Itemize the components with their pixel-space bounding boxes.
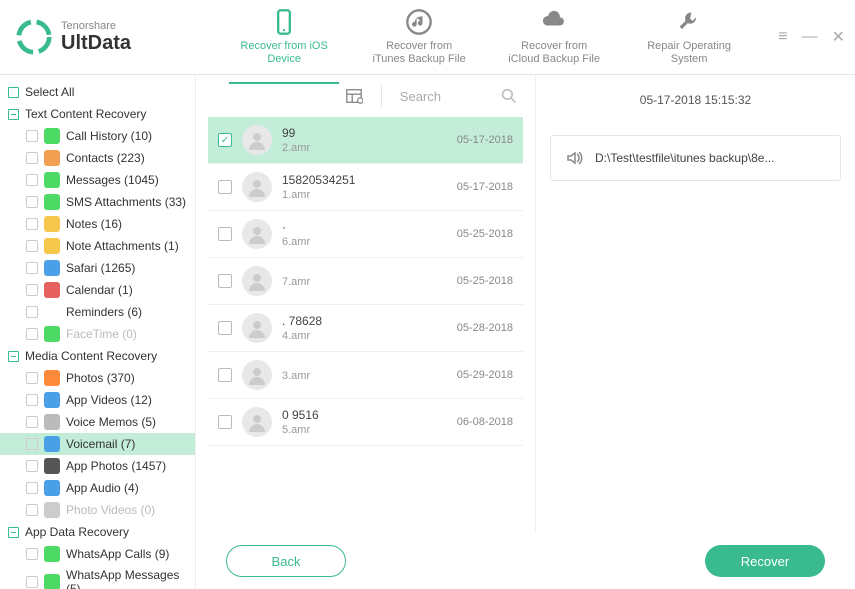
- avatar: [242, 125, 272, 155]
- voicemail-list[interactable]: ✓ 992.amr05-17-2018158205342511.amr05-17…: [208, 117, 523, 533]
- sidebar-item[interactable]: App Photos (1457): [0, 455, 195, 477]
- avatar: [242, 219, 272, 249]
- checkbox[interactable]: [218, 368, 232, 382]
- list-panel: Search ✓ 992.amr05-17-2018158205342511.a…: [196, 75, 535, 533]
- sidebar-item[interactable]: Contacts (223): [0, 147, 195, 169]
- back-button[interactable]: Back: [226, 545, 346, 577]
- avatar: [242, 360, 272, 390]
- tabs: Recover from iOS Device Recover from iTu…: [195, 0, 778, 74]
- header: Tenorshare UltData Recover from iOS Devi…: [0, 0, 855, 75]
- tab-icloud-backup[interactable]: Recover from iCloud Backup File: [499, 0, 609, 74]
- list-item[interactable]: ✓ 992.amr05-17-2018: [208, 117, 523, 164]
- sidebar-item[interactable]: Reminders (6): [0, 301, 195, 323]
- sidebar-item[interactable]: Messages (1045): [0, 169, 195, 191]
- category-icon: [44, 282, 60, 298]
- sidebar-item[interactable]: Voicemail (7): [0, 433, 195, 455]
- category-icon: [44, 574, 60, 589]
- sidebar-item[interactable]: FaceTime (0): [0, 323, 195, 345]
- search-icon: [501, 88, 517, 104]
- footer: Back Recover: [196, 533, 855, 589]
- menu-icon[interactable]: ≡: [778, 28, 787, 46]
- category-icon: [44, 436, 60, 452]
- sidebar-item[interactable]: App Videos (12): [0, 389, 195, 411]
- avatar: [242, 407, 272, 437]
- sidebar-item[interactable]: WhatsApp Messages (5): [0, 565, 195, 589]
- logo-icon: [15, 18, 53, 56]
- audio-path: D:\Test\testfile\itunes backup\8e...: [595, 151, 774, 165]
- group-header[interactable]: Media Content Recovery: [0, 345, 195, 367]
- checkbox[interactable]: ✓: [218, 133, 232, 147]
- audio-card[interactable]: D:\Test\testfile\itunes backup\8e...: [550, 135, 841, 181]
- category-icon: [44, 194, 60, 210]
- sidebar-item[interactable]: SMS Attachments (33): [0, 191, 195, 213]
- category-icon: [44, 128, 60, 144]
- group-header[interactable]: Text Content Recovery: [0, 103, 195, 125]
- view-toggle-icon[interactable]: [345, 87, 363, 105]
- sidebar-item[interactable]: Photo Videos (0): [0, 499, 195, 521]
- tab-repair-os[interactable]: Repair Operating System: [634, 0, 744, 74]
- category-icon: [44, 216, 60, 232]
- checkbox[interactable]: [218, 180, 232, 194]
- avatar: [242, 172, 272, 202]
- detail-timestamp: 05-17-2018 15:15:32: [550, 93, 841, 107]
- sidebar[interactable]: Select AllText Content RecoveryCall Hist…: [0, 75, 196, 589]
- category-icon: [44, 502, 60, 518]
- sidebar-item[interactable]: Note Attachments (1): [0, 235, 195, 257]
- category-icon: [44, 238, 60, 254]
- sidebar-item[interactable]: Call History (10): [0, 125, 195, 147]
- checkbox[interactable]: [218, 415, 232, 429]
- list-item[interactable]: 0 95165.amr06-08-2018: [208, 399, 523, 446]
- category-icon: [44, 458, 60, 474]
- checkbox[interactable]: [218, 274, 232, 288]
- tab-ios-device[interactable]: Recover from iOS Device: [229, 0, 339, 74]
- category-icon: [44, 172, 60, 188]
- category-icon: [44, 150, 60, 166]
- checkbox[interactable]: [218, 321, 232, 335]
- sidebar-item[interactable]: App Audio (4): [0, 477, 195, 499]
- cloud-icon: [540, 8, 568, 36]
- music-icon: [405, 8, 433, 36]
- category-icon: [44, 304, 60, 320]
- minimize-icon[interactable]: —: [802, 28, 818, 46]
- checkbox[interactable]: [218, 227, 232, 241]
- recover-button[interactable]: Recover: [705, 545, 825, 577]
- sidebar-item[interactable]: Notes (16): [0, 213, 195, 235]
- category-icon: [44, 326, 60, 342]
- select-all[interactable]: Select All: [0, 81, 195, 103]
- sidebar-item[interactable]: Photos (370): [0, 367, 195, 389]
- category-icon: [44, 370, 60, 386]
- list-item[interactable]: 7.amr05-25-2018: [208, 258, 523, 305]
- category-icon: [44, 392, 60, 408]
- separator: [381, 85, 382, 107]
- sidebar-item[interactable]: Calendar (1): [0, 279, 195, 301]
- category-icon: [44, 260, 60, 276]
- search-input[interactable]: Search: [400, 88, 517, 104]
- avatar: [242, 266, 272, 296]
- category-icon: [44, 414, 60, 430]
- list-item[interactable]: ·6.amr05-25-2018: [208, 211, 523, 258]
- category-icon: [44, 480, 60, 496]
- tab-itunes-backup[interactable]: Recover from iTunes Backup File: [364, 0, 474, 74]
- sidebar-item[interactable]: Safari (1265): [0, 257, 195, 279]
- speaker-icon: [565, 148, 585, 168]
- close-icon[interactable]: ✕: [832, 27, 845, 47]
- brand-main: UltData: [61, 32, 131, 55]
- group-header[interactable]: App Data Recovery: [0, 521, 195, 543]
- phone-icon: [270, 8, 298, 36]
- sidebar-item[interactable]: Voice Memos (5): [0, 411, 195, 433]
- logo: Tenorshare UltData: [15, 18, 195, 56]
- list-item[interactable]: . 786284.amr05-28-2018: [208, 305, 523, 352]
- category-icon: [44, 546, 60, 562]
- wrench-icon: [675, 8, 703, 36]
- list-item[interactable]: 158205342511.amr05-17-2018: [208, 164, 523, 211]
- list-item[interactable]: 3.amr05-29-2018: [208, 352, 523, 399]
- window-controls: ≡ — ✕: [778, 27, 845, 47]
- sidebar-item[interactable]: WhatsApp Calls (9): [0, 543, 195, 565]
- detail-panel: 05-17-2018 15:15:32 D:\Test\testfile\itu…: [535, 75, 855, 533]
- avatar: [242, 313, 272, 343]
- brand-top: Tenorshare: [61, 20, 131, 32]
